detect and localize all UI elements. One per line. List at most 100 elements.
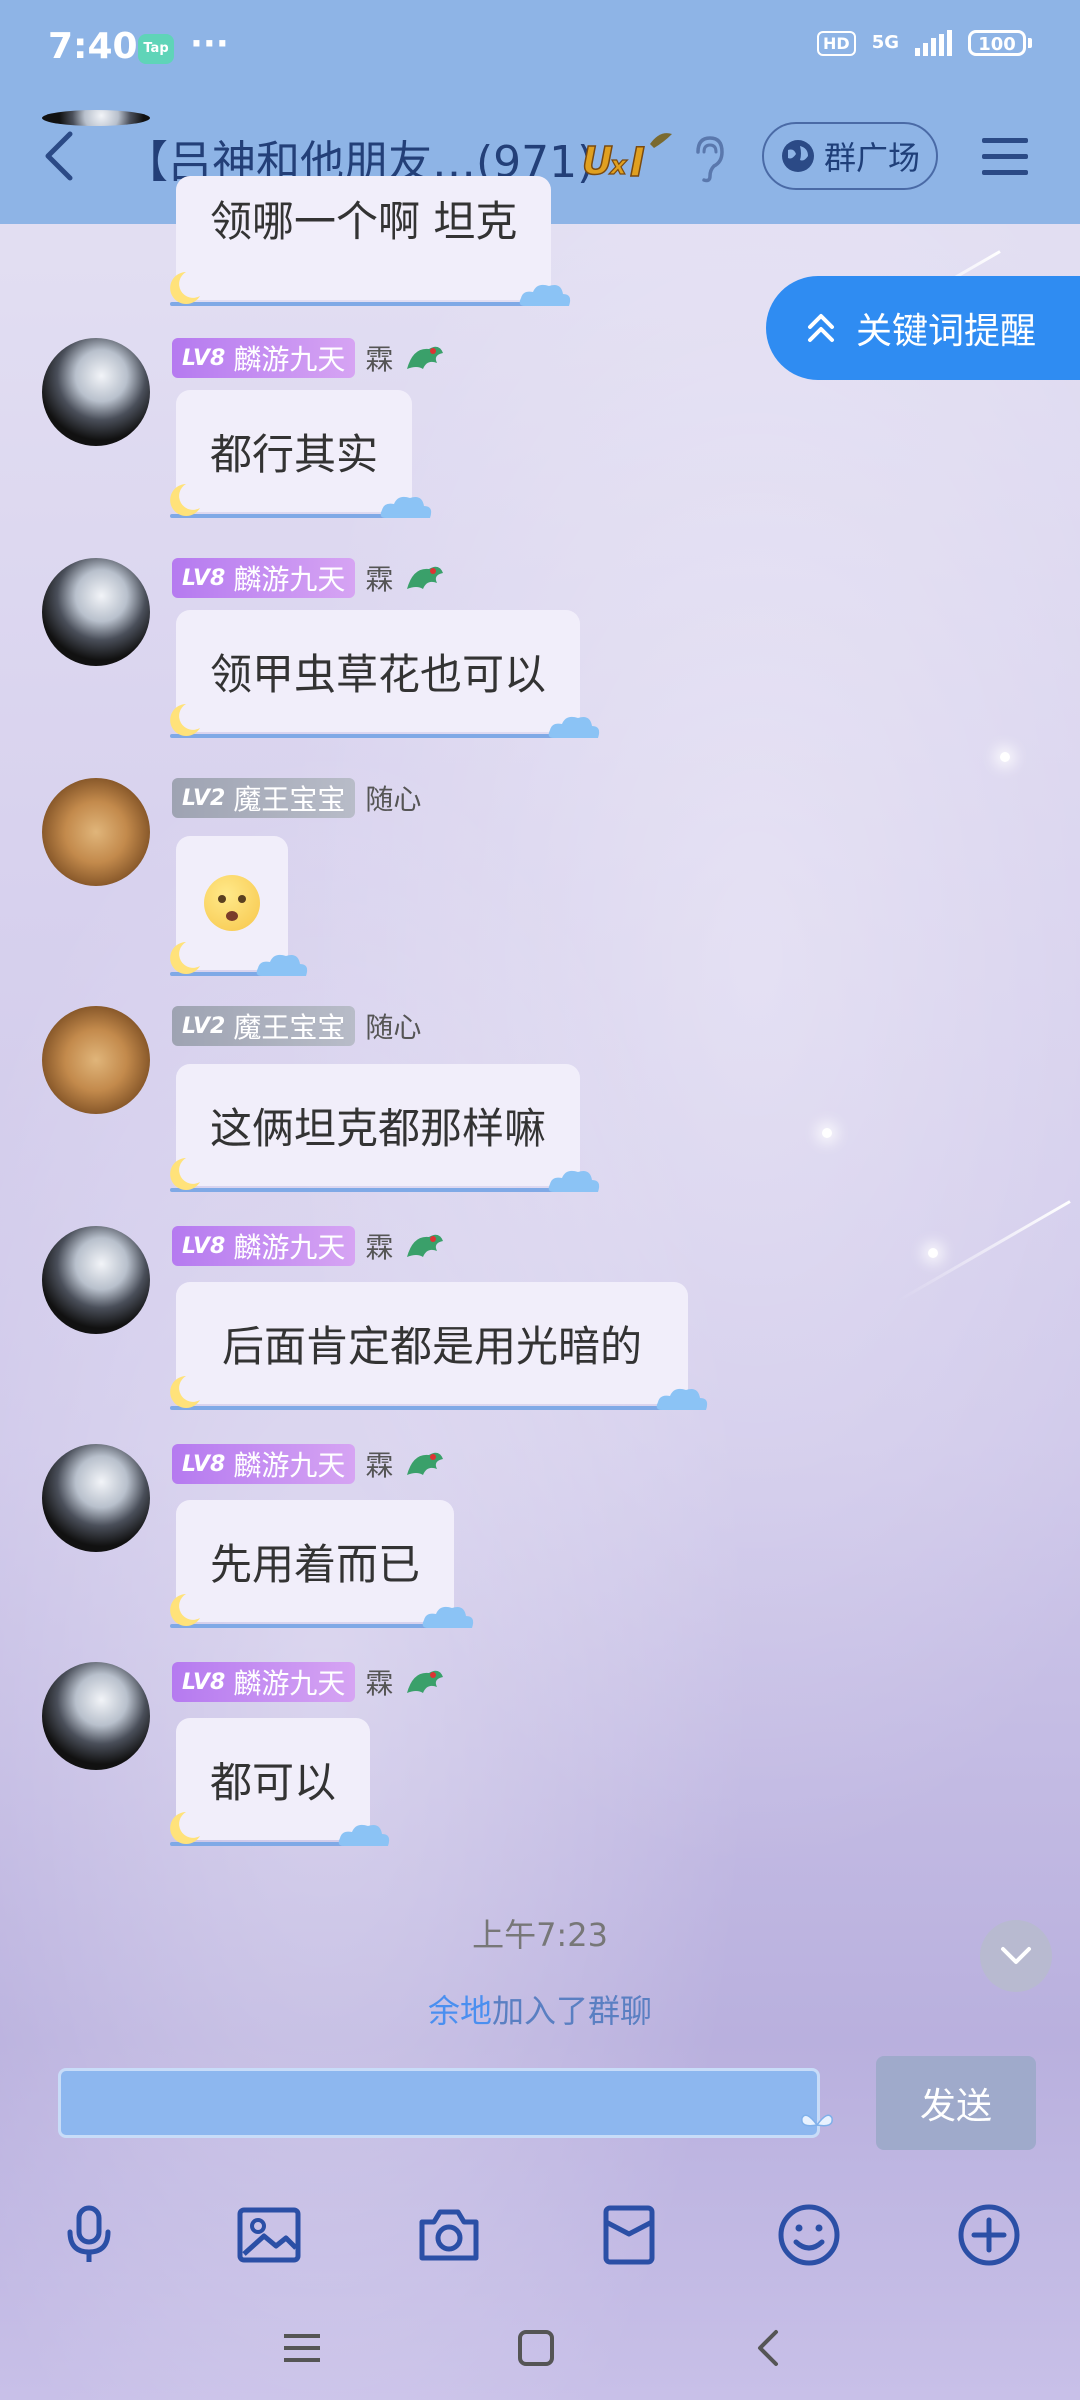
- moon-decoration-icon: [170, 484, 200, 516]
- message-input[interactable]: [58, 2068, 820, 2138]
- home-icon[interactable]: [514, 2326, 558, 2370]
- level-label: LV8: [182, 565, 226, 591]
- member-level-badge: LV8 麟游九天: [172, 1444, 356, 1484]
- svg-text:I: I: [630, 140, 645, 184]
- avatar[interactable]: [42, 1444, 150, 1552]
- avatar[interactable]: [42, 110, 150, 126]
- double-chevron-up-icon: [808, 314, 834, 342]
- message-text: 领哪一个啊 坦克: [210, 196, 518, 246]
- level-label: LV8: [182, 1233, 226, 1259]
- back-arrow-icon[interactable]: [36, 126, 84, 186]
- keyword-reminder-button[interactable]: 关键词提醒: [766, 276, 1080, 380]
- microphone-icon[interactable]: [56, 2202, 122, 2268]
- level-label: LV8: [182, 1669, 226, 1695]
- sender-name[interactable]: 魔王宝宝: [233, 1006, 345, 1046]
- send-button[interactable]: 发送: [876, 2056, 1036, 2150]
- member-title: 霖: [365, 1667, 394, 1700]
- input-toolbar: [0, 2180, 1080, 2290]
- message-bubble[interactable]: 都行其实: [170, 390, 432, 518]
- moon-decoration-icon: [170, 1376, 200, 1408]
- ear-mode-icon[interactable]: [690, 134, 726, 184]
- globe-icon: [781, 140, 814, 172]
- message-bubble[interactable]: 都可以: [170, 1718, 390, 1846]
- moon-decoration-icon: [170, 942, 200, 974]
- member-level-badge: LV2 魔王宝宝: [172, 778, 356, 818]
- message-bubble[interactable]: 领哪一个啊 坦克: [170, 176, 571, 306]
- svg-text:U: U: [582, 139, 613, 183]
- cloud-decoration-icon: [656, 1388, 708, 1410]
- dragon-medal-icon: [407, 1670, 444, 1693]
- sender-info: LV8 麟游九天 霖: [172, 1226, 445, 1266]
- sender-info: LV8 麟游九天 霖: [172, 1662, 445, 1702]
- status-bar: 7:40 Tap ··· HD 5G 100: [0, 0, 1080, 100]
- sparkle-decoration: [1000, 752, 1010, 762]
- sender-name[interactable]: 麟游九天: [233, 1662, 345, 1702]
- level-label: LV2: [182, 785, 226, 811]
- message-text: 都行其实: [210, 429, 379, 479]
- svg-text:x: x: [608, 151, 628, 181]
- status-time: 7:40: [48, 26, 138, 67]
- message-bubble[interactable]: [170, 836, 308, 976]
- member-level-badge: LV2 魔王宝宝: [172, 1006, 356, 1046]
- scroll-to-bottom-button[interactable]: [980, 1920, 1052, 1992]
- message-bubble[interactable]: 后面肯定都是用光暗的: [170, 1282, 708, 1410]
- cloud-decoration-icon: [338, 1824, 390, 1846]
- sender-name[interactable]: 麟游九天: [233, 1444, 345, 1484]
- avatar[interactable]: [42, 1226, 150, 1334]
- sparkle-decoration: [928, 1248, 938, 1258]
- sender-name[interactable]: 魔王宝宝: [233, 778, 345, 818]
- message-bubble[interactable]: 领甲虫草花也可以: [170, 610, 600, 738]
- message-timestamp: 上午7:23: [472, 1916, 608, 1954]
- keyword-reminder-label: 关键词提醒: [856, 311, 1037, 352]
- member-level-badge: LV8 麟游九天: [172, 338, 356, 378]
- member-level-badge: LV8 麟游九天: [172, 1226, 356, 1266]
- member-level-badge: LV8 麟游九天: [172, 1662, 356, 1702]
- member-level-badge: LV8 麟游九天: [172, 558, 356, 598]
- member-title: 霖: [365, 1231, 394, 1264]
- joined-member-name[interactable]: 余地: [428, 1992, 492, 2030]
- system-navigation-bar: [0, 2290, 1080, 2400]
- sender-info: LV8 麟游九天 霖: [172, 1444, 445, 1484]
- join-notice: 余地加入了群聊: [0, 1986, 1080, 2032]
- message-bubble[interactable]: 先用着而已: [170, 1500, 474, 1628]
- sender-name[interactable]: 麟游九天: [233, 338, 345, 378]
- chevron-down-icon: [1001, 1947, 1031, 1964]
- more-notifications-icon: ···: [190, 24, 229, 64]
- sender-name[interactable]: 麟游九天: [233, 558, 345, 598]
- menu-icon[interactable]: [982, 136, 1028, 176]
- avatar[interactable]: [42, 558, 150, 666]
- back-icon[interactable]: [748, 2326, 792, 2370]
- dragon-medal-icon: [407, 346, 444, 369]
- plus-icon[interactable]: [956, 2202, 1022, 2268]
- avatar[interactable]: [42, 1006, 150, 1114]
- group-square-button[interactable]: 群广场: [762, 122, 938, 190]
- member-title: 霖: [365, 343, 394, 376]
- hd-voice-icon: HD: [817, 30, 856, 56]
- emoji-icon[interactable]: [776, 2202, 842, 2268]
- dragon-medal-icon: [407, 1452, 444, 1475]
- dizzy-face-emoji-icon: [204, 875, 260, 931]
- shooting-star-decoration: [896, 1200, 1071, 1303]
- member-title: 霖: [365, 1449, 394, 1482]
- message-text: 都可以: [210, 1757, 337, 1807]
- dragon-medal-icon: [407, 566, 444, 589]
- camera-icon[interactable]: [416, 2202, 482, 2268]
- image-icon[interactable]: [236, 2202, 302, 2268]
- moon-decoration-icon: [170, 1594, 200, 1626]
- cloud-decoration-icon: [548, 716, 600, 738]
- status-indicators: HD 5G 100: [817, 30, 1032, 56]
- avatar[interactable]: [42, 778, 150, 886]
- avatar[interactable]: [42, 1662, 150, 1770]
- message-bubble[interactable]: 这俩坦克都那样嘛: [170, 1064, 600, 1192]
- red-packet-icon[interactable]: [596, 2202, 662, 2268]
- taptap-notification-icon: Tap: [138, 34, 174, 64]
- dragon-medal-icon: [407, 1234, 444, 1257]
- member-title: 随心: [365, 783, 422, 816]
- message-text: 先用着而已: [210, 1539, 421, 1589]
- avatar[interactable]: [42, 338, 150, 446]
- sender-info: LV2 魔王宝宝 随心: [172, 1006, 421, 1046]
- group-square-label: 群广场: [823, 139, 920, 177]
- recent-apps-icon[interactable]: [280, 2326, 324, 2370]
- cloud-decoration-icon: [520, 284, 571, 306]
- sender-name[interactable]: 麟游九天: [233, 1226, 345, 1266]
